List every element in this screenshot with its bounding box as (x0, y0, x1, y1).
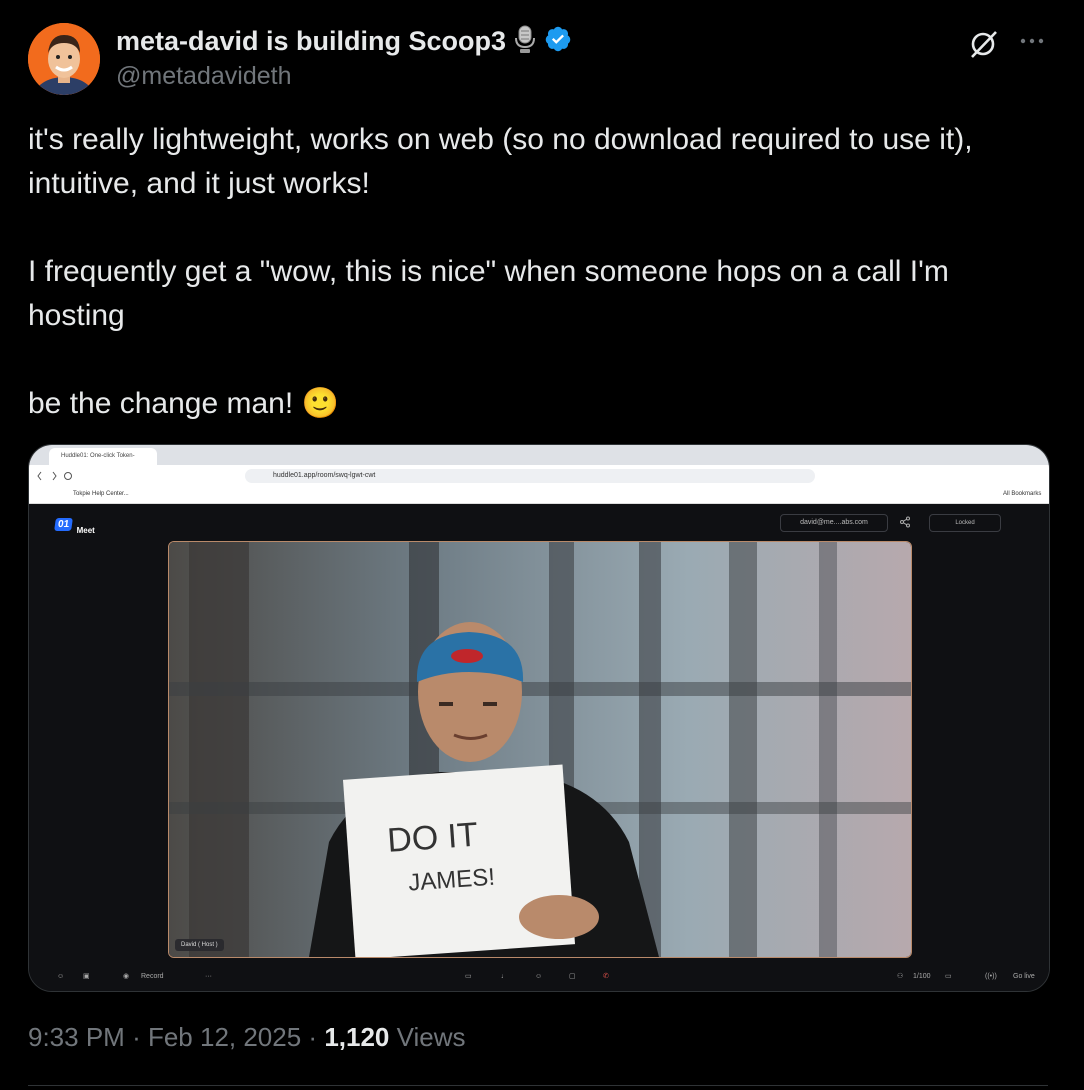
more-dots-icon[interactable]: ··· (205, 970, 212, 984)
browser-tab-bar: Huddle01: One-click Token- (29, 445, 1049, 465)
author-name-row: meta-david is building Scoop3 (116, 24, 572, 59)
all-bookmarks[interactable]: All Bookmarks (1003, 491, 1041, 497)
image-icon[interactable]: ▣ (83, 970, 90, 984)
go-live-icon[interactable]: ((•)) (985, 970, 997, 984)
tab-title: Huddle01: One-click Token- (61, 453, 135, 459)
participants-icon[interactable]: ⚇ (897, 970, 903, 984)
end-call-icon[interactable]: ✆ (603, 970, 609, 984)
url-field[interactable]: huddle01.app/room/swq-lgwt-cwt (245, 469, 815, 483)
author-avatar[interactable] (28, 23, 100, 95)
meet-app: 01 Meet david@me....abs.com Locked DO IT… (29, 504, 1049, 991)
camera-icon[interactable]: ▭ (465, 970, 472, 984)
mic-icon[interactable]: ♩ (501, 970, 508, 984)
participant-name-label: David ( Host ) (175, 939, 224, 951)
email-pill[interactable]: david@me....abs.com (780, 514, 888, 532)
meta-separator: · (132, 1022, 148, 1052)
browser-tab[interactable]: Huddle01: One-click Token- (49, 448, 157, 465)
sign-line-1: DO IT (386, 816, 479, 860)
divider (28, 1085, 1048, 1086)
more-options-icon[interactable] (1014, 26, 1050, 56)
meeting-control-bar: ☺ ▣ ◉ Record ··· ▭ ♩ ☺ ▢ ✆ ⚇ 1/100 ▭ ((•… (29, 964, 1049, 991)
bookmark-item[interactable]: Tokpie Help Center... (73, 491, 129, 497)
tweet-text: it's really lightweight, works on web (s… (28, 123, 973, 420)
tweet-media-image[interactable]: Huddle01: One-click Token- huddle01.app/… (28, 444, 1050, 992)
locked-pill[interactable]: Locked (929, 514, 1001, 532)
screen-share-icon[interactable]: ▢ (569, 970, 576, 984)
nav-arrows-icon (37, 471, 72, 481)
bookmarks-bar: Tokpie Help Center... All Bookmarks (29, 487, 1049, 504)
tweet-meta: 9:33 PM · Feb 12, 2025 · 1,120 Views (28, 1022, 466, 1053)
chat-icon[interactable]: ▭ (945, 970, 952, 984)
tweet-time[interactable]: 9:33 PM (28, 1022, 125, 1052)
huddle-logo: 01 Meet (54, 514, 95, 535)
go-live-label[interactable]: Go live (1013, 970, 1035, 984)
record-label[interactable]: Record (141, 970, 164, 984)
reaction-icon[interactable]: ☺ (535, 970, 542, 984)
author-handle[interactable]: @metadavideth (116, 62, 291, 91)
emoji-icon[interactable]: ☺ (57, 970, 64, 984)
record-icon[interactable]: ◉ (123, 970, 129, 984)
views-count: 1,120 (324, 1022, 390, 1052)
logo-badge: 01 (54, 518, 74, 531)
logo-text: Meet (76, 526, 95, 535)
microphone-icon (514, 24, 536, 59)
participant-count[interactable]: 1/100 (913, 970, 931, 984)
views-label: Views (396, 1022, 466, 1052)
verified-badge-icon[interactable] (544, 25, 572, 58)
browser-address-bar: huddle01.app/room/swq-lgwt-cwt (29, 465, 1049, 487)
grok-icon[interactable] (966, 26, 1002, 62)
meta-separator: · (308, 1022, 325, 1052)
author-display-name[interactable]: meta-david is building Scoop3 (116, 26, 506, 57)
participant-video: DO IT JAMES! David ( Host ) (168, 541, 912, 958)
tweet-date[interactable]: Feb 12, 2025 (148, 1022, 301, 1052)
share-icon[interactable] (899, 516, 911, 528)
video-frame-image: DO IT JAMES! (169, 542, 911, 957)
